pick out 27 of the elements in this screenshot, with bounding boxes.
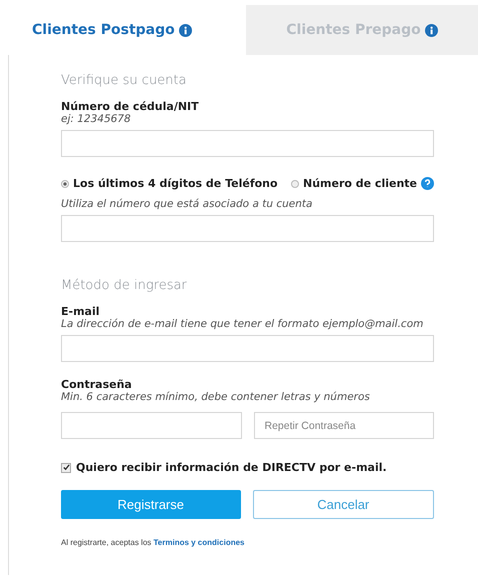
cancel-button[interactable]: Cancelar [252, 490, 434, 519]
newsletter-checkbox[interactable]: Quiero recibir información de DIRECTV por e-mail. [61, 461, 434, 474]
radio-icon[interactable] [290, 180, 299, 188]
help-icon[interactable] [421, 177, 434, 190]
section-heading: Método de ingresar [61, 278, 188, 293]
password-field[interactable] [61, 412, 242, 439]
register-button[interactable]: Registrarse [61, 490, 240, 519]
terms-text: Al registrarte, aceptas los Terminos y condiciones [61, 538, 246, 547]
phone-digits-field[interactable] [61, 215, 434, 242]
checkbox-icon[interactable] [61, 462, 71, 472]
field-hint: ej: 12345678 [61, 113, 132, 125]
field-label: Contraseña [61, 378, 133, 391]
field-hint: La dirección de e-mail tiene que tener el formato ejemplo@mail.com [61, 318, 424, 330]
field-hint: Min. 6 caracteres mínimo, debe contener letras y números [61, 391, 371, 403]
section-heading: Verifique su cuenta [61, 73, 188, 88]
radio-option[interactable]: Número de cliente [290, 177, 434, 190]
email-field[interactable] [61, 335, 434, 362]
info-icon[interactable] [178, 24, 192, 36]
terms-link[interactable]: Terminos y condiciones [154, 538, 244, 547]
radio-option[interactable]: Los últimos 4 dígitos de Teléfono [61, 177, 278, 190]
radio-icon[interactable] [61, 180, 69, 188]
field-hint: Utiliza el número que está asociado a tu cuenta [61, 198, 314, 210]
info-icon[interactable] [424, 24, 438, 36]
id-number-field[interactable] [61, 130, 434, 157]
field-label: E-mail [61, 305, 101, 318]
field-label: Número de cédula/NIT [61, 100, 200, 113]
repeat-password-field[interactable]: Repetir Contraseña [254, 412, 434, 439]
